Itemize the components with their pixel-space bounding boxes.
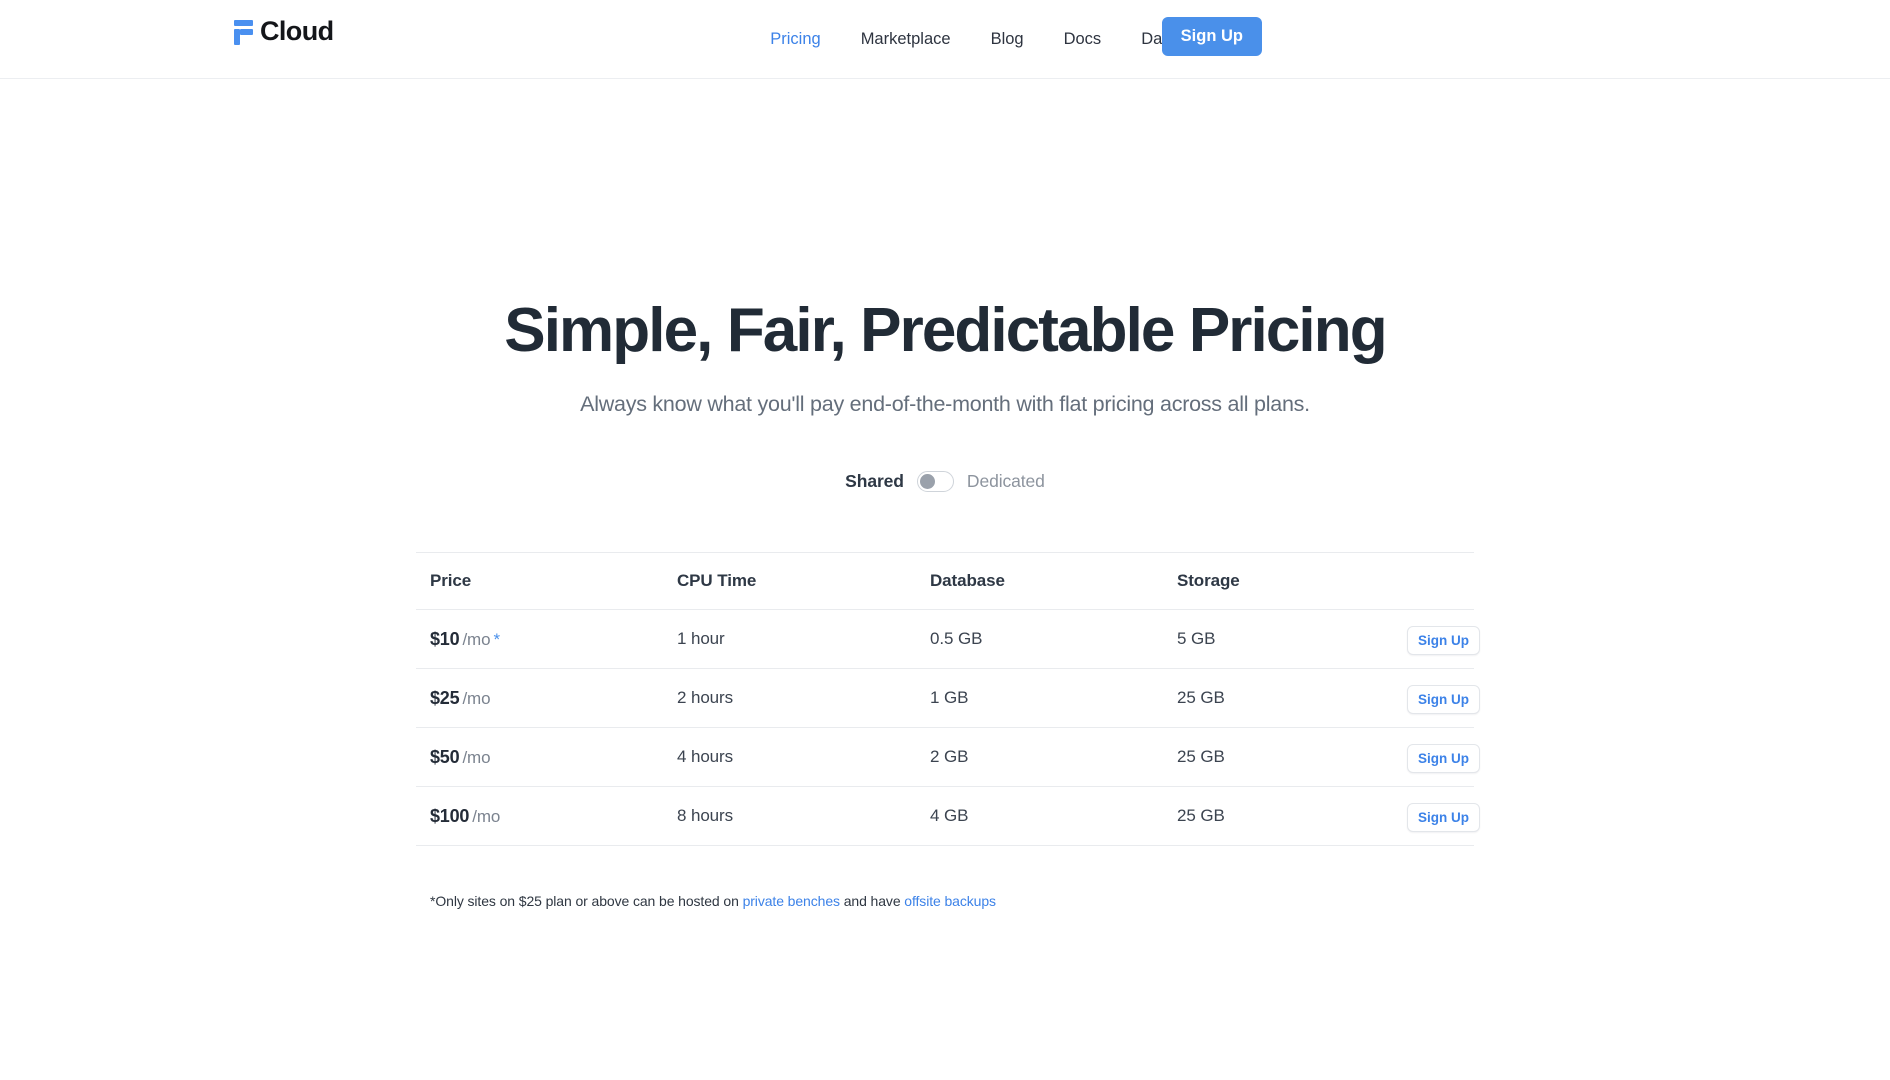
- footnote-text-part1: *Only sites on $25 plan or above can be …: [430, 893, 743, 910]
- cell-storage: 25 GB: [1163, 727, 1393, 787]
- column-header-storage: Storage: [1163, 552, 1393, 610]
- header-sign-up-button[interactable]: Sign Up: [1161, 17, 1262, 56]
- plan-type-toggle-group: Shared Dedicated: [0, 471, 1890, 493]
- table-row: $10/mo * 1 hour 0.5 GB 5 GB Sign Up: [416, 609, 1480, 669]
- footnote-link-offsite-backups[interactable]: offsite backups: [904, 893, 996, 909]
- price-amount: $10: [430, 628, 460, 649]
- plan-type-switch[interactable]: [916, 471, 954, 493]
- footnote-link-private-benches[interactable]: private benches: [743, 893, 840, 909]
- cell-action: Sign Up: [1393, 786, 1480, 847]
- main-nav: Pricing Marketplace Blog Docs Dashboard …: [750, 0, 1890, 79]
- f-logo-icon: [234, 19, 253, 45]
- site-header: Cloud Pricing Marketplace Blog Docs Dash…: [0, 0, 1890, 79]
- cell-storage: 5 GB: [1163, 609, 1393, 669]
- row-sign-up-button[interactable]: Sign Up: [1407, 743, 1480, 773]
- page-title: Simple, Fair, Predictable Pricing: [504, 296, 1387, 365]
- column-header-database: Database: [916, 552, 1163, 610]
- pricing-table-head: Price CPU Time Database Storage: [416, 552, 1474, 610]
- cell-storage: 25 GB: [1163, 786, 1393, 847]
- row-sign-up-button[interactable]: Sign Up: [1407, 625, 1480, 655]
- cell-cpu-time: 8 hours: [663, 786, 916, 847]
- cell-cpu-time: 1 hour: [663, 609, 916, 669]
- brand-name: Cloud: [260, 16, 334, 46]
- cell-price: $10/mo *: [416, 609, 663, 669]
- price-period: /mo: [462, 688, 491, 708]
- cell-price: $50/mo: [416, 727, 663, 787]
- cell-database: 1 GB: [916, 668, 1163, 728]
- footnote-text-part2: and have: [839, 893, 905, 910]
- cell-price: $100/mo: [416, 786, 663, 847]
- plan-toggle-label-shared[interactable]: Shared: [845, 471, 904, 492]
- pricing-table-body: $10/mo * 1 hour 0.5 GB 5 GB Sign Up $25/m…: [416, 609, 1480, 847]
- nav-item-pricing[interactable]: Pricing: [750, 31, 840, 48]
- price-amount: $100: [430, 805, 470, 826]
- cell-database: 0.5 GB: [916, 609, 1163, 669]
- page-subtitle: Always know what you'll pay end-of-the-m…: [580, 392, 1310, 417]
- table-row: $50/mo 4 hours 2 GB 25 GB Sign Up: [416, 727, 1480, 787]
- pricing-table-container: Price CPU Time Database Storage $10/mo * …: [416, 552, 1480, 909]
- price-amount: $50: [430, 746, 460, 767]
- price-period: /mo: [462, 747, 491, 767]
- cell-cpu-time: 4 hours: [663, 727, 916, 787]
- nav-item-blog[interactable]: Blog: [971, 31, 1044, 48]
- price-period: /mo: [472, 806, 501, 826]
- plan-toggle-label-dedicated[interactable]: Dedicated: [967, 471, 1045, 492]
- price-period: /mo: [462, 629, 491, 649]
- row-sign-up-button[interactable]: Sign Up: [1407, 802, 1480, 832]
- pricing-page: Simple, Fair, Predictable Pricing Always…: [0, 298, 1890, 909]
- brand-logo[interactable]: Cloud: [234, 16, 334, 46]
- row-sign-up-button[interactable]: Sign Up: [1407, 684, 1480, 714]
- table-header-row: Price CPU Time Database Storage: [416, 552, 1474, 610]
- nav-item-marketplace[interactable]: Marketplace: [841, 31, 971, 48]
- cell-cpu-time: 2 hours: [663, 668, 916, 728]
- cell-price: $25/mo: [416, 668, 663, 728]
- pricing-table: Price CPU Time Database Storage $10/mo * …: [416, 552, 1480, 847]
- cell-action: Sign Up: [1393, 668, 1480, 728]
- pricing-footnote: *Only sites on $25 plan or above can be …: [430, 893, 1474, 909]
- table-row: $25/mo 2 hours 1 GB 25 GB Sign Up: [416, 668, 1480, 728]
- cell-database: 4 GB: [916, 786, 1163, 847]
- cell-action: Sign Up: [1393, 609, 1480, 669]
- cell-storage: 25 GB: [1163, 668, 1393, 728]
- nav-item-docs[interactable]: Docs: [1044, 31, 1122, 48]
- column-header-price: Price: [416, 552, 663, 610]
- cell-action: Sign Up: [1393, 727, 1480, 787]
- cell-database: 2 GB: [916, 727, 1163, 787]
- table-row: $100/mo 8 hours 4 GB 25 GB Sign Up: [416, 786, 1480, 847]
- column-header-action: [1393, 552, 1474, 610]
- price-footnote-marker: *: [493, 629, 501, 649]
- switch-knob: [919, 474, 935, 490]
- column-header-cpu-time: CPU Time: [663, 552, 916, 610]
- price-amount: $25: [430, 687, 460, 708]
- hero-section: Simple, Fair, Predictable Pricing Always…: [0, 298, 1890, 417]
